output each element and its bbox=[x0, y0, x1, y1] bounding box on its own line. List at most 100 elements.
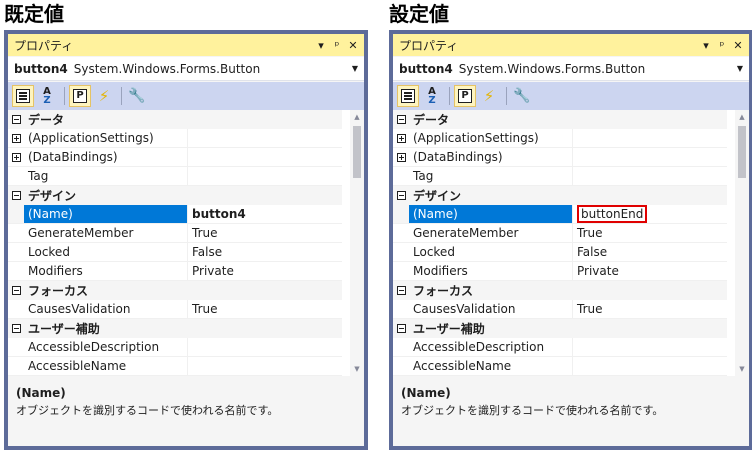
expand-toggle[interactable] bbox=[8, 129, 24, 147]
property-name-cell[interactable]: (ApplicationSettings) bbox=[393, 129, 573, 148]
property-name-cell[interactable]: Modifiers bbox=[393, 262, 573, 281]
property-row[interactable]: Tag bbox=[8, 167, 342, 186]
property-value-cell[interactable] bbox=[188, 167, 342, 186]
property-row[interactable]: Locked False bbox=[393, 243, 727, 262]
property-name-cell[interactable]: CausesValidation bbox=[393, 300, 573, 319]
categorized-icon[interactable] bbox=[12, 85, 34, 107]
properties-icon[interactable]: P bbox=[69, 85, 91, 107]
property-name-cell[interactable]: AccessibleDescription bbox=[8, 338, 188, 357]
property-pages-icon[interactable]: 🔧 bbox=[511, 85, 533, 107]
property-row[interactable]: CausesValidation True bbox=[8, 300, 342, 319]
property-value-cell[interactable] bbox=[188, 338, 342, 357]
collapse-toggle[interactable] bbox=[393, 110, 409, 129]
close-icon[interactable]: ✕ bbox=[346, 39, 360, 52]
property-name-cell[interactable]: Locked bbox=[393, 243, 573, 262]
property-value-cell[interactable] bbox=[573, 338, 727, 357]
property-row[interactable]: Modifiers Private bbox=[393, 262, 727, 281]
property-row[interactable]: (Name) buttonEnd bbox=[393, 205, 727, 224]
pin-icon[interactable]: ᵖ bbox=[330, 39, 344, 52]
expand-toggle[interactable] bbox=[393, 129, 409, 147]
property-row[interactable]: Locked False bbox=[8, 243, 342, 262]
scroll-down-icon[interactable]: ▼ bbox=[735, 362, 749, 376]
property-value-cell[interactable]: False bbox=[573, 243, 727, 262]
category-row[interactable]: ユーザー補助 bbox=[8, 319, 342, 338]
property-row[interactable]: (Name) button4 bbox=[8, 205, 342, 224]
property-name-cell[interactable]: (DataBindings) bbox=[393, 148, 573, 167]
property-value-cell[interactable]: False bbox=[188, 243, 342, 262]
property-row[interactable]: (DataBindings) bbox=[8, 148, 342, 167]
window-menu-dropdown-icon[interactable]: ▾ bbox=[314, 39, 328, 52]
property-value-cell[interactable] bbox=[188, 148, 342, 167]
category-row[interactable]: ユーザー補助 bbox=[393, 319, 727, 338]
category-row[interactable]: デザイン bbox=[393, 186, 727, 205]
property-name-cell[interactable]: Modifiers bbox=[8, 262, 188, 281]
property-name-cell[interactable]: AccessibleDescription bbox=[393, 338, 573, 357]
property-value-cell[interactable] bbox=[573, 167, 727, 186]
object-selector[interactable]: button4 System.Windows.Forms.Button ▼ bbox=[8, 57, 364, 81]
property-value-cell[interactable]: True bbox=[573, 224, 727, 243]
property-value-cell[interactable]: True bbox=[188, 224, 342, 243]
property-row[interactable]: AccessibleName bbox=[8, 357, 342, 376]
property-name-cell[interactable]: (ApplicationSettings) bbox=[8, 129, 188, 148]
category-row[interactable]: デザイン bbox=[8, 186, 342, 205]
property-row[interactable]: CausesValidation True bbox=[393, 300, 727, 319]
property-value-cell[interactable] bbox=[188, 357, 342, 376]
property-value-cell[interactable]: True bbox=[573, 300, 727, 319]
property-row[interactable]: GenerateMember True bbox=[393, 224, 727, 243]
property-name-cell[interactable]: Locked bbox=[8, 243, 188, 262]
category-row[interactable]: データ bbox=[393, 110, 727, 129]
alphabetical-icon[interactable]: AZ bbox=[421, 85, 443, 107]
close-icon[interactable]: ✕ bbox=[731, 39, 745, 52]
property-name-cell[interactable]: (Name) bbox=[393, 205, 573, 224]
collapse-toggle[interactable] bbox=[8, 110, 24, 129]
pin-icon[interactable]: ᵖ bbox=[715, 39, 729, 52]
property-name-cell[interactable]: GenerateMember bbox=[8, 224, 188, 243]
property-value-cell[interactable] bbox=[573, 129, 727, 148]
events-icon[interactable]: ⚡ bbox=[478, 85, 500, 107]
category-row[interactable]: フォーカス bbox=[393, 281, 727, 300]
property-pages-icon[interactable]: 🔧 bbox=[126, 85, 148, 107]
property-value-cell[interactable]: Private bbox=[188, 262, 342, 281]
scroll-up-icon[interactable]: ▲ bbox=[735, 110, 749, 124]
property-name-cell[interactable]: AccessibleName bbox=[8, 357, 188, 376]
property-row[interactable]: Modifiers Private bbox=[8, 262, 342, 281]
property-value-cell[interactable]: button4 bbox=[188, 205, 342, 224]
collapse-toggle[interactable] bbox=[393, 186, 409, 205]
window-menu-dropdown-icon[interactable]: ▾ bbox=[699, 39, 713, 52]
scroll-thumb[interactable] bbox=[353, 126, 361, 178]
property-value-cell[interactable] bbox=[188, 129, 342, 148]
vertical-scrollbar[interactable]: ▲ ▼ bbox=[350, 110, 364, 376]
categorized-icon[interactable] bbox=[397, 85, 419, 107]
properties-icon[interactable]: P bbox=[454, 85, 476, 107]
alphabetical-icon[interactable]: AZ bbox=[36, 85, 58, 107]
property-name-cell[interactable]: Tag bbox=[8, 167, 188, 186]
object-selector-dropdown-icon[interactable]: ▼ bbox=[737, 64, 743, 73]
property-value-cell[interactable] bbox=[573, 148, 727, 167]
property-row[interactable]: (ApplicationSettings) bbox=[8, 129, 342, 148]
property-value-edit[interactable]: buttonEnd bbox=[577, 205, 648, 223]
scroll-thumb[interactable] bbox=[738, 126, 746, 178]
property-value-cell[interactable] bbox=[573, 357, 727, 376]
scroll-down-icon[interactable]: ▼ bbox=[350, 362, 364, 376]
collapse-toggle[interactable] bbox=[393, 319, 409, 338]
collapse-toggle[interactable] bbox=[8, 186, 24, 205]
object-selector-dropdown-icon[interactable]: ▼ bbox=[352, 64, 358, 73]
expand-toggle[interactable] bbox=[393, 148, 409, 166]
property-row[interactable]: (ApplicationSettings) bbox=[393, 129, 727, 148]
category-row[interactable]: フォーカス bbox=[8, 281, 342, 300]
scroll-up-icon[interactable]: ▲ bbox=[350, 110, 364, 124]
property-name-cell[interactable]: (DataBindings) bbox=[8, 148, 188, 167]
vertical-scrollbar[interactable]: ▲ ▼ bbox=[735, 110, 749, 376]
collapse-toggle[interactable] bbox=[8, 281, 24, 300]
property-row[interactable]: (DataBindings) bbox=[393, 148, 727, 167]
property-row[interactable]: GenerateMember True bbox=[8, 224, 342, 243]
property-row[interactable]: AccessibleDescription bbox=[393, 338, 727, 357]
expand-toggle[interactable] bbox=[8, 148, 24, 166]
property-name-cell[interactable]: Tag bbox=[393, 167, 573, 186]
object-selector[interactable]: button4 System.Windows.Forms.Button ▼ bbox=[393, 57, 749, 81]
category-row[interactable]: データ bbox=[8, 110, 342, 129]
property-row[interactable]: AccessibleDescription bbox=[8, 338, 342, 357]
property-value-cell[interactable]: buttonEnd bbox=[573, 205, 727, 224]
property-value-cell[interactable]: Private bbox=[573, 262, 727, 281]
property-row[interactable]: Tag bbox=[393, 167, 727, 186]
